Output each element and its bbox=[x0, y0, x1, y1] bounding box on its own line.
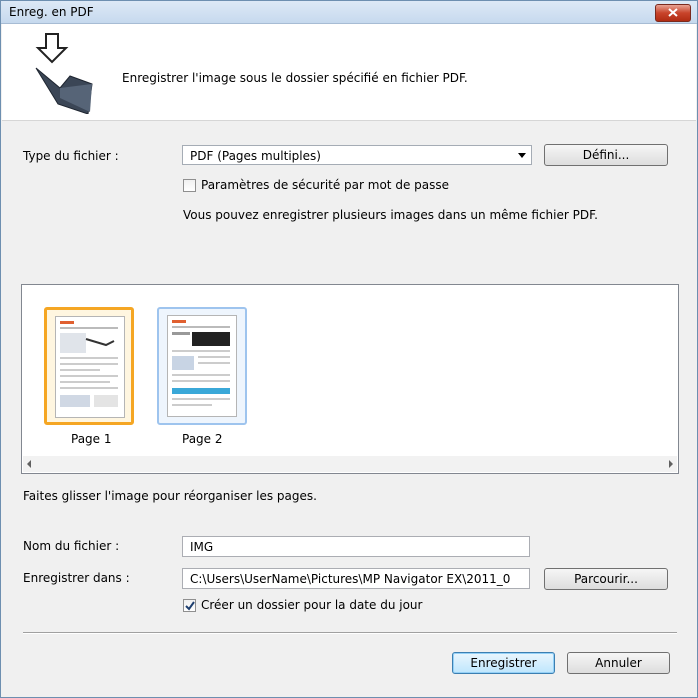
page-1-label: Page 1 bbox=[71, 432, 112, 446]
date-folder-label: Créer un dossier pour la date du jour bbox=[201, 598, 423, 612]
close-icon bbox=[668, 8, 678, 17]
checkmark-icon bbox=[185, 601, 195, 611]
page-preview bbox=[55, 316, 125, 418]
save-pdf-dialog: Enreg. en PDF Enregistrer l'image sous l… bbox=[0, 0, 698, 698]
security-checkbox[interactable] bbox=[183, 179, 196, 192]
cancel-button[interactable]: Annuler bbox=[567, 652, 670, 674]
horizontal-scrollbar[interactable] bbox=[23, 456, 677, 472]
save-folder-icon bbox=[35, 33, 93, 114]
page-preview bbox=[167, 315, 237, 417]
page-thumbnail-1[interactable] bbox=[44, 307, 134, 425]
scroll-left-icon[interactable] bbox=[27, 460, 31, 468]
security-label: Paramètres de sécurité par mot de passe bbox=[201, 178, 449, 192]
close-button[interactable] bbox=[655, 4, 691, 22]
save-in-path[interactable]: C:\Users\UserName\Pictures\MP Navigator … bbox=[182, 568, 530, 589]
window-title: Enreg. en PDF bbox=[9, 5, 94, 19]
title-bar[interactable]: Enreg. en PDF bbox=[1, 1, 697, 24]
file-type-select[interactable]: PDF (Pages multiples) bbox=[182, 145, 532, 165]
define-button[interactable]: Défini... bbox=[544, 144, 668, 166]
save-button[interactable]: Enregistrer bbox=[452, 652, 555, 674]
info-text: Vous pouvez enregistrer plusieurs images… bbox=[183, 208, 598, 222]
save-in-label: Enregistrer dans : bbox=[23, 571, 130, 585]
file-name-input[interactable]: IMG bbox=[182, 536, 530, 557]
file-name-label: Nom du fichier : bbox=[23, 539, 120, 553]
date-folder-checkbox[interactable] bbox=[183, 599, 196, 612]
scroll-right-icon[interactable] bbox=[669, 460, 673, 468]
divider bbox=[23, 632, 677, 634]
chevron-down-icon bbox=[518, 153, 526, 158]
file-type-label: Type du fichier : bbox=[23, 149, 119, 163]
pages-panel[interactable]: Page 1 Page 2 bbox=[21, 284, 679, 474]
drag-hint: Faites glisser l'image pour réorganiser … bbox=[23, 489, 317, 503]
browse-button[interactable]: Parcourir... bbox=[544, 568, 668, 590]
file-type-value: PDF (Pages multiples) bbox=[190, 149, 321, 163]
page-thumbnail-2[interactable] bbox=[157, 307, 247, 425]
dialog-header: Enregistrer l'image sous le dossier spéc… bbox=[2, 24, 696, 121]
header-description: Enregistrer l'image sous le dossier spéc… bbox=[122, 71, 468, 85]
page-2-label: Page 2 bbox=[182, 432, 223, 446]
